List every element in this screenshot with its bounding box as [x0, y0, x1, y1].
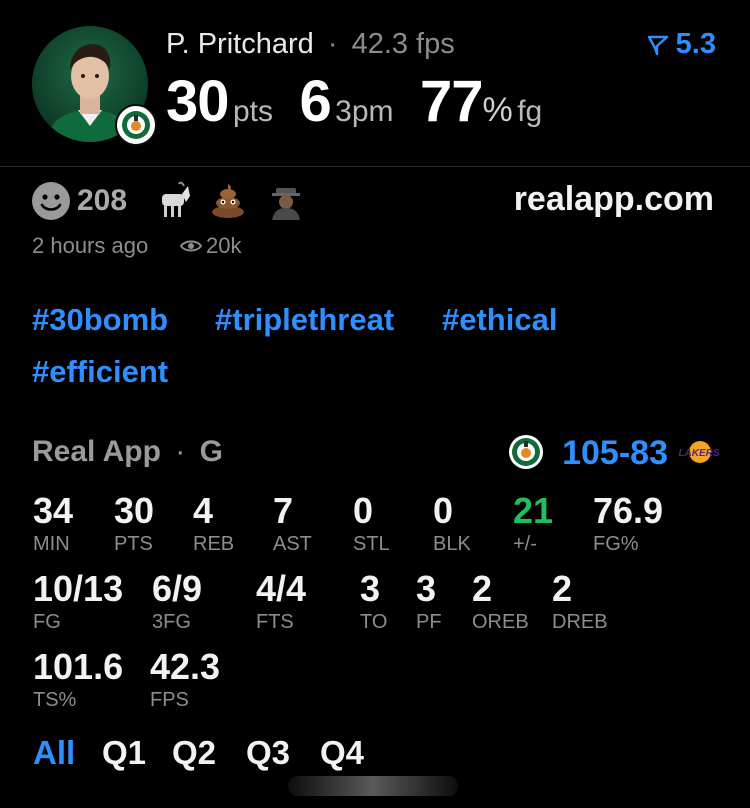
header-divider — [0, 166, 750, 167]
fg-pct-value: 77 — [419, 69, 484, 134]
league-name: Real App — [32, 435, 161, 468]
stat-blk-value: 0 — [433, 490, 454, 531]
celtics-team-icon — [508, 434, 544, 475]
threes-value: 6 — [299, 69, 331, 134]
threes-unit: 3pm — [335, 95, 394, 128]
headline-stats: 30 pts 6 3pm 77% fg — [166, 68, 542, 135]
stat-min-value: 34 — [33, 490, 74, 531]
player-name[interactable]: P. Pritchard — [166, 28, 314, 60]
stat-to-label: TO — [360, 611, 388, 633]
league-position: Real App · G — [32, 435, 223, 469]
stat-ast-value: 7 — [273, 490, 294, 531]
rating-value: 5.3 — [675, 28, 716, 60]
hashtag-ethical[interactable]: #ethical — [442, 302, 557, 338]
reaction-count: 208 — [77, 184, 128, 217]
tab-q2[interactable]: Q2 — [172, 734, 216, 772]
stat-3fg-value: 6/9 — [152, 568, 203, 609]
rating-filter-icon — [647, 35, 668, 55]
stat-fps-label: FPS — [150, 689, 189, 711]
separator-dot: · — [327, 28, 338, 60]
stat-to-value: 3 — [360, 568, 381, 609]
player-header-line: P. Pritchard · 42.3 fps — [166, 28, 455, 61]
pct-sign: % — [482, 91, 513, 129]
stat-ts-pct-label: TS% — [33, 689, 77, 711]
stat-reb-label: REB — [193, 533, 235, 555]
game-score[interactable]: 105-83 — [562, 434, 668, 473]
stat-fg-value: 10/13 — [33, 568, 124, 609]
stat-oreb-value: 2 — [472, 568, 493, 609]
hashtag-30bomb[interactable]: #30bomb — [32, 302, 168, 338]
points-unit: pts — [232, 95, 273, 128]
stat-fg-pct-value: 76.9 — [593, 490, 664, 531]
hashtag-triplethreat[interactable]: #triplethreat — [215, 302, 394, 338]
stat-oreb-label: OREB — [472, 611, 529, 633]
stat-dreb-label: DREB — [552, 611, 608, 633]
stat-3fg-label: 3FG — [152, 611, 191, 633]
separator-dot: · — [175, 435, 186, 468]
stat-fg-pct-label: FG% — [593, 533, 639, 555]
stat-blk-label: BLK — [433, 533, 471, 555]
tab-q3[interactable]: Q3 — [246, 734, 290, 772]
tab-q1[interactable]: Q1 — [102, 734, 146, 772]
stat-reb-value: 4 — [193, 490, 214, 531]
goat-icon[interactable] — [154, 180, 194, 225]
away-score: 83 — [630, 434, 668, 472]
stat-stl-value: 0 — [353, 490, 374, 531]
smiley-icon[interactable] — [32, 182, 70, 220]
stat-pf-label: PF — [416, 611, 442, 633]
hashtag-efficient[interactable]: #efficient — [32, 354, 168, 390]
rating-badge[interactable]: 5.3 — [646, 28, 716, 61]
lakers-logo-icon: LAKERS — [678, 438, 720, 471]
home-score: 105 — [562, 434, 619, 472]
stat-ast-label: AST — [273, 533, 312, 555]
fps-label: 42.3 fps — [351, 28, 455, 60]
fg-unit: fg — [517, 95, 543, 128]
stat-ts-pct-value: 101.6 — [33, 646, 124, 687]
stat-fts-label: FTS — [256, 611, 294, 633]
stat-fg-label: FG — [33, 611, 61, 633]
site-link[interactable]: realapp.com — [514, 180, 714, 219]
tab-all[interactable]: All — [33, 734, 75, 772]
scroll-indicator[interactable] — [288, 776, 458, 796]
stat-plus-minus-value: 21 — [513, 490, 554, 531]
eye-icon — [180, 240, 202, 252]
stat-plus-minus-label: +/- — [513, 533, 537, 555]
player-position: G — [199, 435, 223, 468]
points-value: 30 — [166, 69, 230, 134]
score-dash: - — [618, 434, 631, 472]
stat-pts-label: PTS — [114, 533, 153, 555]
stat-fts-value: 4/4 — [256, 568, 307, 609]
stat-fps-value: 42.3 — [150, 646, 221, 687]
poop-icon[interactable] — [208, 180, 248, 225]
post-time: 2 hours ago — [32, 233, 149, 258]
stat-min-label: MIN — [33, 533, 70, 555]
tab-q4[interactable]: Q4 — [320, 734, 364, 772]
lakers-wordmark: LAKERS — [678, 448, 719, 459]
stat-pf-value: 3 — [416, 568, 437, 609]
view-count-value: 20k — [206, 233, 242, 258]
stat-dreb-value: 2 — [552, 568, 573, 609]
stat-pts-value: 30 — [114, 490, 155, 531]
stat-stl-label: STL — [353, 533, 390, 555]
celtics-logo-icon — [115, 104, 157, 146]
detective-icon[interactable] — [266, 180, 306, 225]
view-count: 20k — [180, 233, 241, 259]
